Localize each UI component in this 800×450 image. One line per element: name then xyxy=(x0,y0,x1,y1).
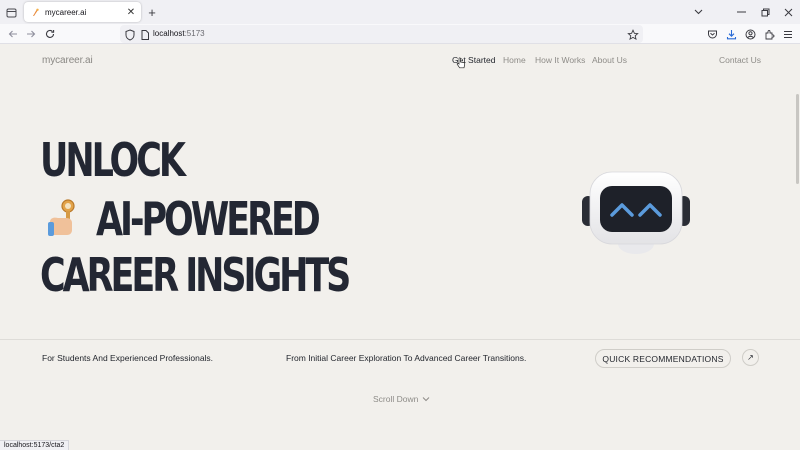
scope-text: From Initial Career Exploration To Advan… xyxy=(286,353,527,363)
hero-title-line-3: CAREER INSIGHTS xyxy=(40,248,351,302)
page-content: mycareer.ai Get Started Home How It Work… xyxy=(0,44,800,450)
forward-icon[interactable] xyxy=(24,27,38,41)
mouse-pointer-icon xyxy=(456,57,466,69)
nav-contact-us[interactable]: Contact Us xyxy=(719,55,761,65)
quick-recommendations-button[interactable]: QUICK RECOMMENDATIONS xyxy=(595,349,731,368)
hero-title-line-1: UNLOCK xyxy=(40,133,186,187)
downloads-icon[interactable] xyxy=(724,27,738,41)
audience-text: For Students And Experienced Professiona… xyxy=(42,353,214,363)
url-bar[interactable]: localhost:5173 xyxy=(120,25,643,43)
nav-about-us[interactable]: About Us xyxy=(592,55,627,65)
reload-icon[interactable] xyxy=(43,27,57,41)
minimize-icon[interactable] xyxy=(732,4,750,20)
menu-icon[interactable] xyxy=(781,27,795,41)
site-logo[interactable]: mycareer.ai xyxy=(42,55,93,66)
chevron-down-icon xyxy=(423,397,430,402)
robot-mascot-icon xyxy=(582,171,690,254)
shield-icon[interactable] xyxy=(124,28,136,41)
close-window-icon[interactable] xyxy=(779,4,797,20)
account-icon[interactable] xyxy=(743,27,757,41)
close-tab-icon[interactable]: ✕ xyxy=(125,6,137,18)
restore-icon[interactable] xyxy=(756,4,774,20)
page-scrollbar[interactable] xyxy=(796,94,799,184)
section-divider xyxy=(0,339,800,340)
url-text[interactable]: localhost:5173 xyxy=(153,29,205,38)
browser-nav-bar: localhost:5173 xyxy=(0,24,800,44)
browser-tab-bar: mycareer.ai ✕ + xyxy=(0,0,800,24)
scroll-down-label: Scroll Down xyxy=(373,394,419,404)
bookmark-star-icon[interactable] xyxy=(627,28,639,41)
pocket-icon[interactable] xyxy=(705,27,719,41)
browser-tab[interactable]: mycareer.ai ✕ xyxy=(24,2,141,22)
chevron-down-icon[interactable] xyxy=(689,4,707,20)
status-bar-url: localhost:5173/cta2 xyxy=(0,440,70,450)
arrow-up-right-icon[interactable]: ↗ xyxy=(742,349,759,366)
page-info-icon[interactable] xyxy=(139,28,151,40)
tab-title: mycareer.ai xyxy=(45,7,87,17)
extensions-icon[interactable] xyxy=(762,27,776,41)
thumbs-up-key-icon xyxy=(48,199,75,236)
new-tab-icon[interactable]: + xyxy=(145,4,159,20)
nav-home[interactable]: Home xyxy=(503,55,526,65)
scroll-down-button[interactable]: Scroll Down xyxy=(373,394,430,404)
favicon-icon xyxy=(31,8,40,17)
back-icon[interactable] xyxy=(6,27,20,41)
hero-title-line-2: AI-POWERED xyxy=(96,192,321,246)
tab-list-icon[interactable] xyxy=(3,4,19,20)
nav-how-it-works[interactable]: How It Works xyxy=(535,55,585,65)
